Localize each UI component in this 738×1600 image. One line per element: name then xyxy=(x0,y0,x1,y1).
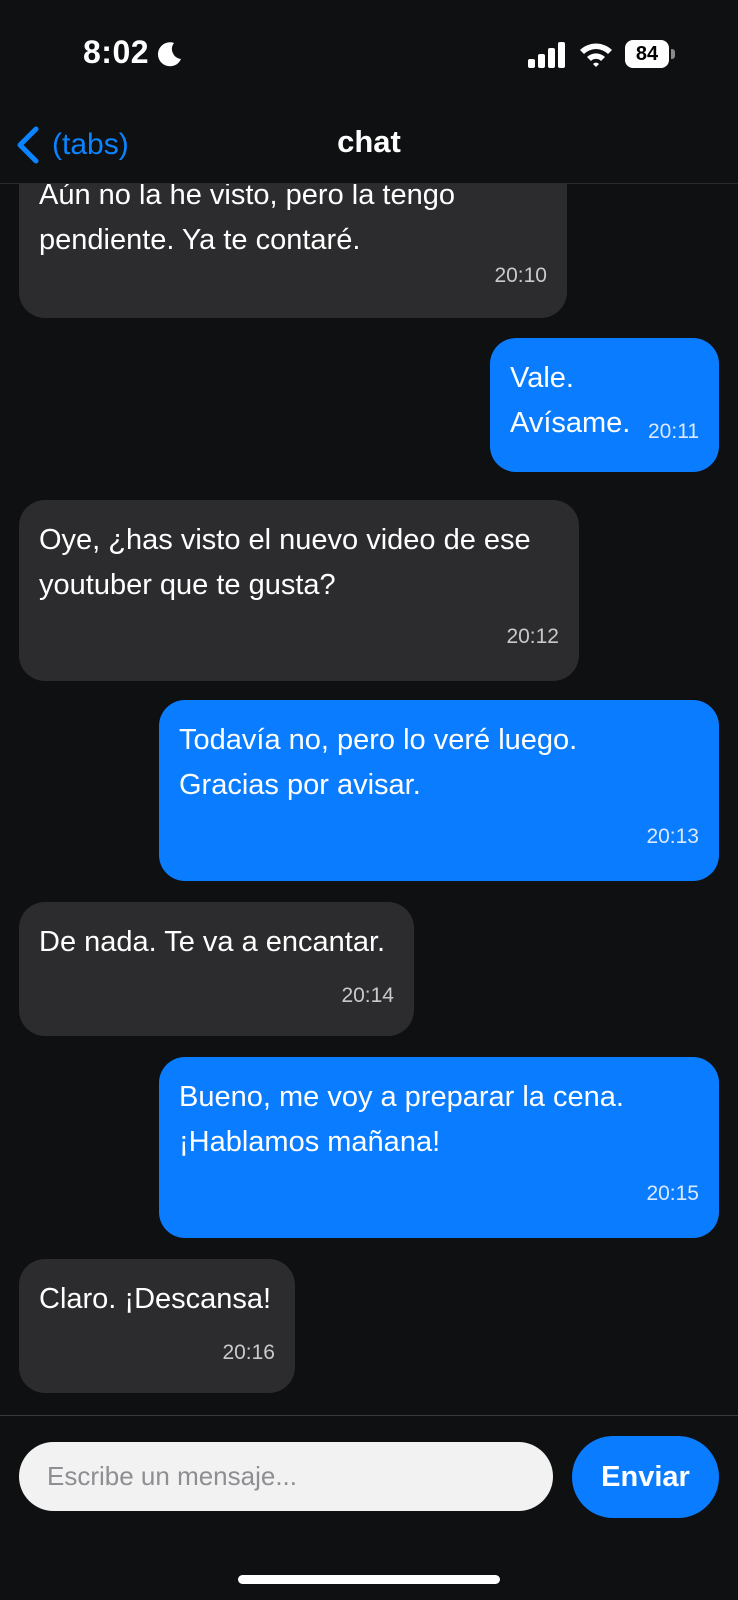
message-time: 20:13 xyxy=(646,825,699,848)
message-text: De nada. Te va a encantar. xyxy=(39,926,386,958)
page-title: chat xyxy=(337,124,401,159)
message-bubble-outgoing: Todavía no, pero lo veré luego. Gracias … xyxy=(159,700,719,881)
battery-icon: 84 xyxy=(625,40,675,68)
message-time: 20:14 xyxy=(341,984,394,1007)
message-list[interactable]: Aún no la he visto, pero la tengo pendie… xyxy=(0,184,738,1415)
home-indicator[interactable] xyxy=(238,1575,500,1584)
message-time: 20:15 xyxy=(646,1182,699,1205)
nav-header: (tabs) chat xyxy=(0,110,738,184)
message-time: 20:12 xyxy=(506,625,559,648)
message-bubble-incoming: Claro. ¡Descansa! 20:16 xyxy=(19,1259,295,1393)
message-text: Aún no la he visto, pero la tengo pendie… xyxy=(39,184,455,256)
message-text: Claro. ¡Descansa! xyxy=(39,1283,272,1315)
message-time: 20:10 xyxy=(494,264,547,287)
message-bubble-outgoing: Bueno, me voy a preparar la cena. ¡Habla… xyxy=(159,1057,719,1238)
message-bubble-outgoing: Vale. Avísame. 20:11 xyxy=(490,338,719,472)
message-bubble-incoming: Oye, ¿has visto el nuevo video de ese yo… xyxy=(19,500,579,681)
message-time: 20:16 xyxy=(222,1341,275,1364)
moon-icon xyxy=(157,42,181,67)
message-text: Bueno, me voy a preparar la cena. ¡Habla… xyxy=(179,1081,624,1158)
message-input[interactable] xyxy=(19,1442,553,1511)
message-composer: Enviar xyxy=(0,1415,738,1600)
battery-cap xyxy=(671,49,675,59)
message-bubble-incoming: Aún no la he visto, pero la tengo pendie… xyxy=(19,184,567,318)
message-bubble-incoming: De nada. Te va a encantar. 20:14 xyxy=(19,902,414,1036)
send-button[interactable]: Enviar xyxy=(572,1436,719,1518)
wifi-icon xyxy=(580,43,612,67)
battery-level: 84 xyxy=(625,40,669,68)
message-time: 20:11 xyxy=(648,420,699,443)
status-bar: 8:02 84 xyxy=(0,0,738,110)
message-text: Oye, ¿has visto el nuevo video de ese yo… xyxy=(39,524,531,601)
signal-icon xyxy=(528,42,565,68)
status-time: 8:02 xyxy=(83,34,150,70)
chat-screen: 8:02 84 (tabs) chat Aún no la he visto, … xyxy=(0,0,738,1600)
message-text: Todavía no, pero lo veré luego. Gracias … xyxy=(179,724,578,801)
